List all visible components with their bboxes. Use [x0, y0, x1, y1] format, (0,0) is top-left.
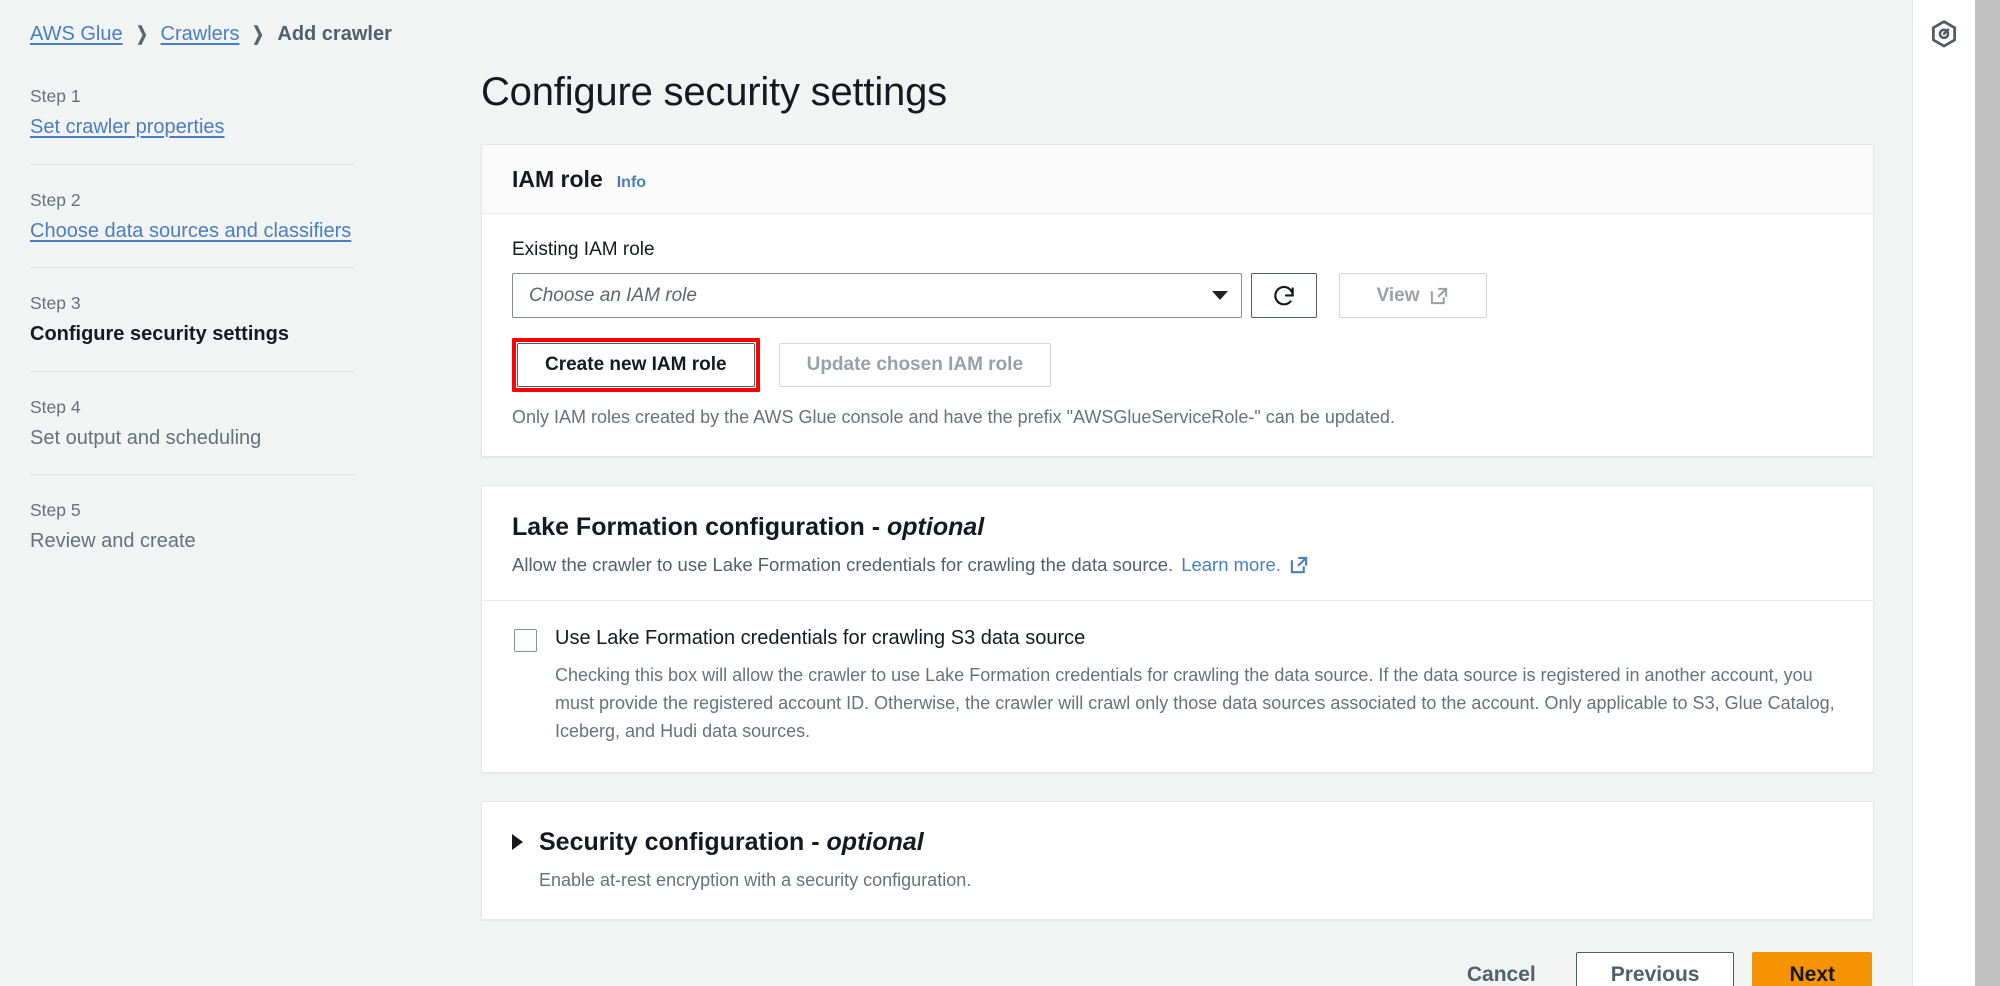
iam-role-hint-text: Only IAM roles created by the AWS Glue c…	[512, 407, 1395, 428]
iam-role-card-body: Existing IAM role Choose an IAM role Vie…	[482, 214, 1873, 457]
refresh-icon	[1274, 285, 1294, 306]
use-lake-formation-credentials-label[interactable]: Use Lake Formation credentials for crawl…	[555, 625, 1085, 652]
lake-formation-title-main: Lake Formation configuration -	[512, 513, 888, 542]
lake-formation-header: Lake Formation configuration - optional …	[482, 486, 1873, 602]
chevron-down-icon	[1212, 291, 1228, 301]
previous-button[interactable]: Previous	[1575, 952, 1735, 986]
step-number: Step 2	[30, 189, 81, 210]
security-configuration-body: Security configuration - optional Enable…	[482, 802, 1873, 919]
wizard-footer: Cancel Previous Next	[481, 948, 1874, 986]
view-button-label: View	[1376, 284, 1420, 306]
breadcrumb-separator-icon: ❯	[135, 24, 148, 45]
lake-formation-title-optional: optional	[887, 513, 985, 542]
step-item-3: Step 3 Configure security settings	[30, 267, 355, 371]
cancel-button[interactable]: Cancel	[1445, 952, 1558, 986]
lake-formation-checkbox-row: Use Lake Formation credentials for crawl…	[514, 625, 1843, 653]
refresh-iam-roles-button[interactable]	[1251, 273, 1317, 319]
iam-role-action-buttons: Create new IAM role Update chosen IAM ro…	[512, 338, 1843, 393]
step-number: Step 5	[30, 500, 81, 521]
right-help-rail	[1912, 0, 1975, 986]
step-item-2: Step 2 Choose data sources and classifie…	[30, 163, 355, 268]
external-link-icon[interactable]	[1289, 555, 1309, 575]
lake-formation-title: Lake Formation configuration - optional	[512, 512, 1843, 542]
breadcrumb-item-aws-glue[interactable]: AWS Glue	[30, 23, 123, 46]
lake-formation-description: Allow the crawler to use Lake Formation …	[512, 554, 1174, 576]
update-chosen-iam-role-button[interactable]: Update chosen IAM role	[778, 343, 1052, 388]
breadcrumb-separator-icon: ❯	[252, 24, 265, 45]
app-root: AWS Glue ❯ Crawlers ❯ Add crawler Step 1…	[0, 0, 2000, 986]
aws-apps-hexagon-icon	[1932, 20, 1957, 48]
security-configuration-description: Enable at-rest encryption with a securit…	[539, 869, 972, 890]
create-new-iam-role-button[interactable]: Create new IAM role	[517, 343, 755, 388]
lake-formation-learn-more-link[interactable]: Learn more.	[1181, 552, 1281, 578]
view-iam-role-button[interactable]: View	[1339, 273, 1487, 319]
main-content: Configure security settings IAM role Inf…	[481, 68, 1874, 986]
step-number: Step 3	[30, 293, 81, 314]
security-configuration-toggle[interactable]: Security configuration - optional	[512, 827, 1843, 857]
security-configuration-title-main: Security configuration -	[539, 827, 827, 856]
step-number: Step 1	[30, 86, 81, 106]
iam-role-title: IAM role	[512, 166, 603, 192]
iam-role-info-link[interactable]: Info	[617, 174, 646, 192]
lake-formation-description-row: Allow the crawler to use Lake Formation …	[512, 552, 1843, 578]
sidebar-step-set-output-and-scheduling: Set output and scheduling	[30, 426, 262, 449]
breadcrumb-item-add-crawler: Add crawler	[277, 23, 392, 45]
step-item-1: Step 1 Set crawler properties	[30, 83, 355, 164]
iam-role-card: IAM role Info Existing IAM role Choose a…	[481, 144, 1874, 458]
step-item-5: Step 5 Review and create	[30, 474, 355, 578]
external-link-icon	[1431, 287, 1448, 304]
sidebar-step-choose-data-sources[interactable]: Choose data sources and classifiers	[30, 217, 355, 245]
step-navigation: Step 1 Set crawler properties Step 2 Cho…	[30, 83, 355, 578]
security-configuration-title: Security configuration - optional	[539, 827, 924, 857]
step-item-4: Step 4 Set output and scheduling	[30, 370, 355, 475]
sidebar-step-review-and-create: Review and create	[30, 530, 196, 553]
step-number: Step 4	[30, 396, 81, 417]
create-iam-role-highlight: Create new IAM role	[512, 338, 760, 393]
breadcrumb: AWS Glue ❯ Crawlers ❯ Add crawler	[30, 23, 392, 46]
aws-apps-button[interactable]	[1923, 14, 1965, 56]
existing-iam-role-select[interactable]: Choose an IAM role	[512, 273, 1242, 319]
security-configuration-card: Security configuration - optional Enable…	[481, 800, 1874, 921]
existing-iam-role-label: Existing IAM role	[512, 238, 655, 260]
main-page: AWS Glue ❯ Crawlers ❯ Add crawler Step 1…	[0, 0, 1912, 986]
security-configuration-title-optional: optional	[826, 827, 924, 856]
iam-role-card-header: IAM role Info	[482, 145, 1873, 214]
breadcrumb-item-crawlers[interactable]: Crawlers	[161, 23, 240, 46]
sidebar-step-set-crawler-properties[interactable]: Set crawler properties	[30, 113, 355, 141]
iam-role-select-row: Choose an IAM role View	[512, 273, 1843, 319]
page-scrollbar[interactable]	[1975, 0, 2000, 986]
page-title: Configure security settings	[481, 70, 947, 114]
lake-formation-body: Use Lake Formation credentials for crawl…	[482, 601, 1873, 772]
use-lake-formation-credentials-checkbox[interactable]	[514, 629, 537, 653]
existing-iam-role-placeholder: Choose an IAM role	[529, 285, 697, 307]
sidebar-step-configure-security-settings: Configure security settings	[30, 323, 289, 346]
chevron-right-icon[interactable]	[512, 833, 523, 850]
next-button[interactable]: Next	[1752, 952, 1872, 986]
lake-formation-checkbox-description: Checking this box will allow the crawler…	[555, 665, 1835, 742]
lake-formation-card: Lake Formation configuration - optional …	[481, 485, 1874, 773]
